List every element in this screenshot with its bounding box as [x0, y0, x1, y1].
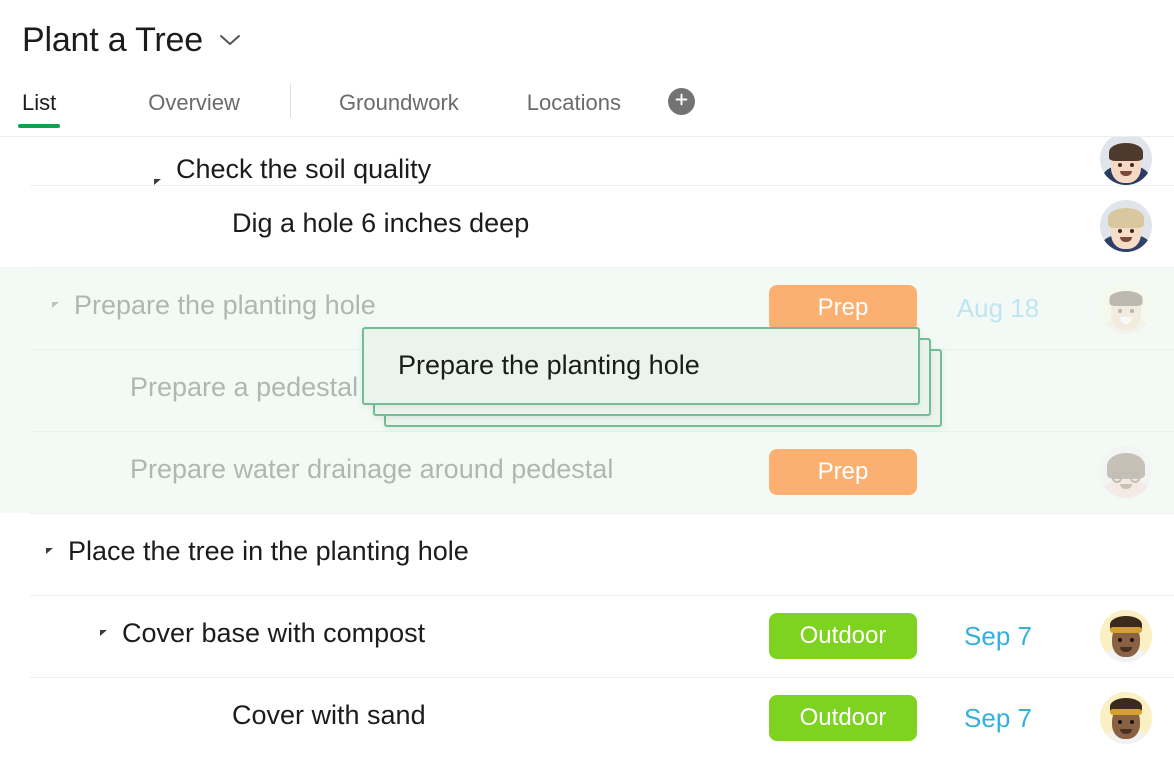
task-assignee-cell — [1078, 692, 1174, 744]
table-row[interactable]: Prepare a pedestal Prep — [0, 349, 1174, 431]
task-assignee-cell — [1078, 610, 1174, 662]
task-tag-cell: Outdoor — [768, 695, 918, 741]
task-date-cell: Sep 7 — [918, 703, 1078, 734]
task-assignee-cell — [1078, 446, 1174, 498]
task-tag-cell: Prep — [768, 285, 918, 331]
task-title: Prepare water drainage around pedestal — [130, 454, 614, 485]
row-divider — [30, 431, 1174, 432]
table-row[interactable]: Cover base with compost Outdoor Sep 7 — [0, 595, 1174, 677]
project-header: Plant a Tree — [0, 0, 1174, 80]
task-name-cell: Place the tree in the planting hole — [0, 536, 768, 571]
task-assignee-cell — [1078, 137, 1174, 185]
task-list: Check the soil quality Dig a hole 6 inch… — [0, 137, 1174, 762]
tab-locations[interactable]: Locations — [527, 80, 621, 128]
due-date[interactable]: Sep 7 — [964, 621, 1032, 652]
collapse-triangle-icon[interactable] — [52, 302, 74, 308]
task-name-cell: Cover base with compost — [0, 618, 768, 653]
tab-bar: List Overview Groundwork Locations — [0, 80, 1174, 137]
table-row[interactable]: Cover with sand Outdoor Sep 7 — [0, 677, 1174, 759]
task-tag-cell: Prep — [768, 367, 918, 413]
status-badge[interactable]: Prep — [769, 367, 917, 413]
table-row[interactable]: Prepare water drainage around pedestal P… — [0, 431, 1174, 513]
row-divider — [30, 349, 1174, 350]
task-tag-cell: Outdoor — [768, 613, 918, 659]
task-title: Cover base with compost — [122, 618, 426, 649]
avatar[interactable] — [1100, 282, 1152, 334]
task-title: Check the soil quality — [176, 154, 432, 185]
status-badge[interactable]: Outdoor — [769, 695, 917, 741]
avatar[interactable] — [1100, 446, 1152, 498]
task-title: Place the tree in the planting hole — [68, 536, 469, 567]
avatar[interactable] — [1100, 692, 1152, 744]
task-name-cell: Prepare water drainage around pedestal — [0, 454, 768, 489]
tab-list[interactable]: List — [17, 80, 61, 128]
task-title: Prepare the planting hole — [74, 290, 376, 321]
tab-divider — [289, 84, 291, 118]
collapse-triangle-icon[interactable] — [100, 630, 122, 636]
plus-icon — [674, 92, 689, 112]
add-tab-button[interactable] — [667, 88, 695, 115]
task-name-cell: Dig a hole 6 inches deep — [0, 208, 768, 243]
task-title: Prepare a pedestal — [130, 372, 359, 403]
due-date[interactable]: Sep 7 — [964, 703, 1032, 734]
avatar[interactable] — [1100, 610, 1152, 662]
tab-groundwork[interactable]: Groundwork — [339, 80, 459, 128]
status-badge[interactable]: Outdoor — [769, 613, 917, 659]
row-divider — [30, 267, 1174, 268]
task-name-cell: Prepare the planting hole — [0, 290, 768, 325]
task-name-cell: Cover with sand — [0, 700, 768, 735]
avatar[interactable] — [1100, 200, 1152, 252]
row-divider — [30, 185, 1174, 186]
status-badge[interactable]: Prep — [769, 285, 917, 331]
table-row[interactable]: Dig a hole 6 inches deep — [0, 185, 1174, 267]
table-row[interactable]: Place the tree in the planting hole — [0, 513, 1174, 595]
task-name-cell: Check the soil quality — [0, 137, 768, 185]
task-assignee-cell — [1078, 282, 1174, 334]
row-divider — [30, 513, 1174, 514]
task-date-cell: Aug 18 — [918, 293, 1078, 324]
task-name-cell: Prepare a pedestal — [0, 372, 768, 407]
collapse-triangle-icon[interactable] — [46, 548, 68, 554]
avatar[interactable] — [1100, 137, 1152, 185]
status-badge[interactable]: Prep — [769, 449, 917, 495]
due-date[interactable]: Aug 18 — [957, 293, 1039, 324]
page-title: Plant a Tree — [22, 21, 203, 59]
task-date-cell: Sep 7 — [918, 621, 1078, 652]
row-divider — [30, 677, 1174, 678]
chevron-down-icon[interactable] — [219, 33, 241, 47]
task-assignee-cell — [1078, 200, 1174, 252]
task-title: Dig a hole 6 inches deep — [232, 208, 530, 239]
tab-overview[interactable]: Overview — [148, 80, 240, 128]
task-title: Cover with sand — [232, 700, 426, 731]
table-row[interactable]: Check the soil quality — [0, 137, 1174, 185]
table-row[interactable]: Prepare the planting hole Prep Aug 18 — [0, 267, 1174, 349]
row-divider — [30, 595, 1174, 596]
task-tag-cell: Prep — [768, 449, 918, 495]
